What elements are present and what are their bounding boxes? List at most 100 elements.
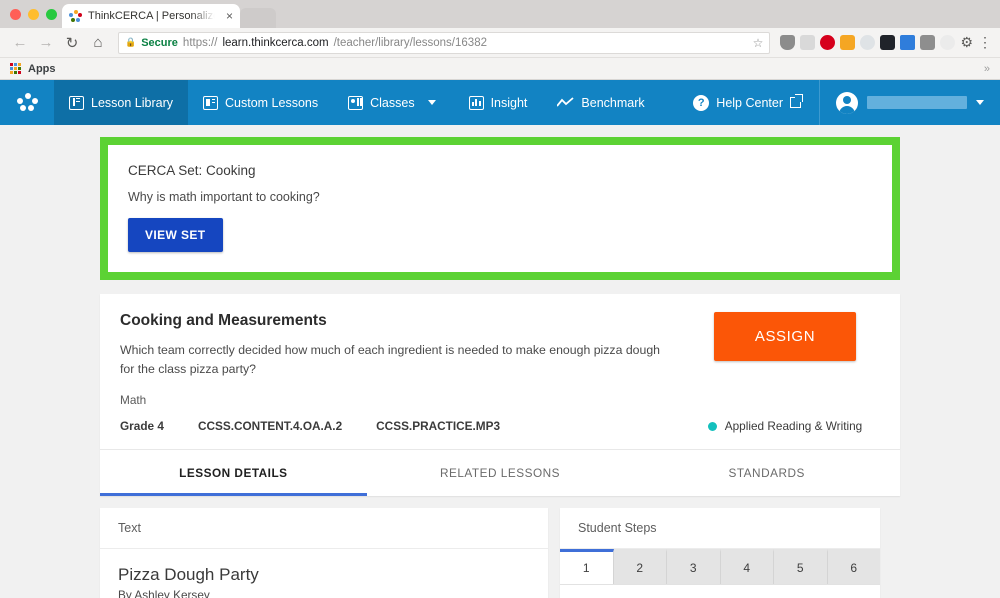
chevron-down-icon[interactable] [427, 100, 436, 109]
nav-label: Benchmark [581, 95, 645, 110]
lesson-info: Cooking and Measurements Which team corr… [120, 312, 690, 433]
avatar [836, 91, 858, 114]
lesson-actions: ASSIGN Applied Reading & Writing [690, 312, 880, 433]
question-mark-icon: ? [693, 94, 710, 111]
back-icon[interactable]: ← [8, 31, 32, 55]
lesson-title: Cooking and Measurements [120, 312, 327, 329]
article-title: Pizza Dough Party [118, 565, 259, 585]
help-center-label: Help Center [716, 95, 783, 110]
thinkcerca-logo[interactable] [0, 80, 54, 125]
browser-tab-title: ThinkCERCA | Personalized Lit [88, 10, 220, 22]
classes-icon [348, 95, 364, 110]
secure-label: Secure [141, 36, 178, 49]
status-badge: Applied Reading & Writing [707, 419, 863, 434]
pocket-extension-icon[interactable] [780, 35, 796, 50]
article-byline: By Ashley Kersey [118, 588, 210, 598]
bar-chart-icon [468, 95, 484, 110]
minimize-window-button[interactable] [28, 9, 39, 20]
nav-label: Classes [370, 95, 415, 110]
nav-item-benchmark[interactable]: Benchmark [542, 80, 659, 125]
line-chart-icon [556, 96, 575, 109]
browser-tab[interactable]: ThinkCERCA | Personalized Lit × [62, 4, 240, 28]
orange-extension-icon[interactable] [840, 35, 856, 50]
navbar-right: ? Help Center [675, 80, 1000, 125]
new-tab-button[interactable] [240, 8, 276, 28]
lesson-grade: Grade 4 [120, 419, 164, 434]
home-icon[interactable]: ⌂ [86, 31, 110, 55]
lesson-standard-practice: CCSS.PRACTICE.MP3 [376, 419, 501, 434]
nav-label: Custom Lessons [225, 95, 319, 110]
logo-dots-icon [16, 93, 38, 112]
pinterest-extension-icon[interactable] [820, 35, 836, 50]
react-extension-icon[interactable] [880, 35, 896, 50]
text-panel-body: Pizza Dough Party By Ashley Kersey Every… [100, 549, 548, 598]
content-panels: Text Pizza Dough Party By Ashley Kersey … [100, 508, 900, 598]
window-controls[interactable] [10, 9, 57, 20]
lesson-subject: Math [120, 393, 147, 408]
reload-icon[interactable]: ↻ [60, 31, 84, 55]
camera-extension-icon[interactable] [920, 35, 936, 50]
video-extension-icon[interactable] [900, 35, 916, 50]
step-tab-3[interactable]: 3 [667, 549, 721, 585]
app-navbar: Lesson Library Custom Lessons Classes In… [0, 80, 1000, 125]
nav-label: Lesson Library [91, 95, 173, 110]
url-path: /teacher/library/lessons/16382 [333, 36, 487, 49]
menu-icon[interactable]: ⋮ [978, 34, 992, 51]
nav-item-classes[interactable]: Classes [333, 80, 453, 125]
user-name-redacted [867, 96, 967, 109]
steps-panel-header: Student Steps [560, 508, 880, 550]
forward-icon[interactable]: → [34, 31, 58, 55]
tab-lesson-details[interactable]: LESSON DETAILS [100, 450, 367, 497]
external-link-icon [790, 94, 803, 108]
lesson-card: Cooking and Measurements Which team corr… [100, 294, 900, 450]
step-tab-1[interactable]: 1 [560, 549, 614, 585]
step-tab-6[interactable]: 6 [827, 549, 880, 585]
step-tab-4[interactable]: 4 [720, 549, 774, 585]
browser-toolbar: ← → ↻ ⌂ 🔒 Secure https:// learn.thinkcer… [0, 28, 1000, 58]
page-content: CERCA Set: Cooking Why is math important… [0, 125, 1000, 598]
user-menu[interactable] [820, 80, 1000, 125]
bookmark-star-icon[interactable]: ☆ [753, 36, 764, 50]
assign-button[interactable]: ASSIGN [714, 312, 856, 361]
lesson-description: Which team correctly decided how much of… [120, 343, 661, 377]
status-dot-icon [707, 421, 717, 431]
lesson-tabs: LESSON DETAILS RELATED LESSONS STANDARDS [100, 449, 900, 497]
apps-bookmark-label[interactable]: Apps [28, 63, 56, 75]
bookmarks-overflow-icon[interactable]: » [984, 63, 990, 75]
close-tab-button[interactable]: × [226, 10, 233, 22]
step-tab-2[interactable]: 2 [613, 549, 667, 585]
address-bar[interactable]: 🔒 Secure https:// learn.thinkcerca.com /… [118, 31, 771, 54]
browser-title-bar: ThinkCERCA | Personalized Lit × [0, 0, 1000, 28]
bookmarks-bar: Apps » [0, 58, 1000, 80]
tab-standards[interactable]: STANDARDS [633, 450, 900, 496]
nav-item-lesson-library[interactable]: Lesson Library [54, 80, 188, 125]
apps-grid-icon[interactable] [10, 63, 22, 74]
help-center-link[interactable]: ? Help Center [675, 80, 820, 125]
cloud-extension-icon[interactable] [860, 35, 876, 50]
status-badge-label: Applied Reading & Writing [724, 419, 863, 434]
lock-icon: 🔒 [125, 37, 137, 47]
disabled-extension-icon[interactable] [940, 35, 956, 50]
nav-item-custom-lessons[interactable]: Custom Lessons [188, 80, 333, 125]
extensions-row: ⚙ ⋮ [778, 34, 992, 51]
thinkcerca-favicon [69, 9, 82, 23]
step-tab-5[interactable]: 5 [774, 549, 828, 585]
book-icon [69, 95, 84, 110]
cerca-set-title: CERCA Set: Cooking [128, 163, 256, 178]
evernote-extension-icon[interactable] [800, 35, 816, 50]
standards-row: Grade 4 CCSS.CONTENT.4.OA.A.2 CCSS.PRACT… [120, 419, 670, 433]
text-panel-header: Text [100, 508, 548, 550]
view-set-button[interactable]: VIEW SET [128, 218, 223, 252]
student-steps-panel: Student Steps 1 2 3 4 5 6 Connect Short … [560, 508, 880, 598]
custom-lessons-icon [203, 95, 218, 110]
maximize-window-button[interactable] [46, 9, 57, 20]
chevron-down-icon[interactable] [976, 100, 984, 109]
nav-item-insight[interactable]: Insight [454, 80, 543, 125]
nav-label: Insight [490, 95, 528, 110]
gear-icon[interactable]: ⚙ [960, 34, 973, 51]
tab-related-lessons[interactable]: RELATED LESSONS [367, 450, 634, 496]
url-scheme: https:// [182, 36, 218, 49]
close-window-button[interactable] [10, 9, 21, 20]
url-host: learn.thinkcerca.com [222, 36, 329, 49]
step-content: Connect Short Answer Write a brief respo… [560, 585, 880, 598]
